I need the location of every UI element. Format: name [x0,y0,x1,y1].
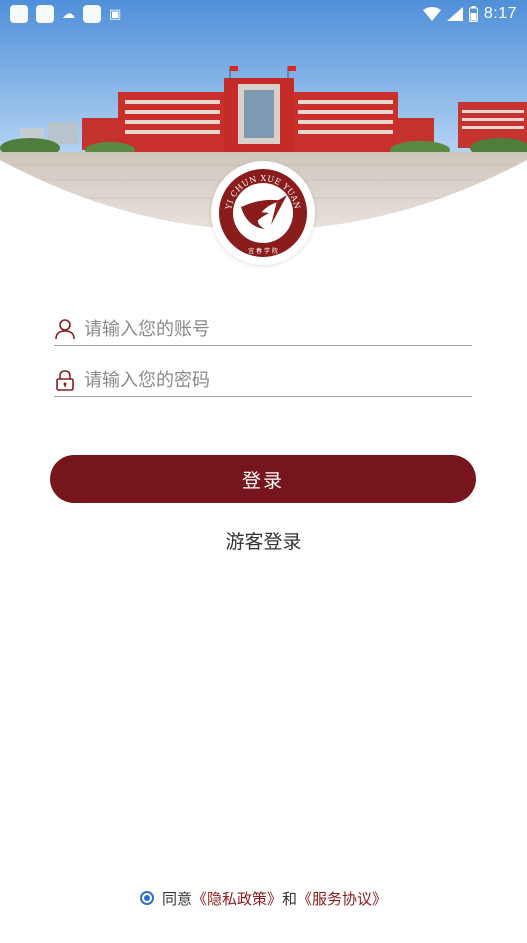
password-field[interactable] [54,364,472,397]
privacy-policy-link[interactable]: 《隐私政策》 [192,888,282,909]
guest-login-link[interactable]: 游客登录 [0,527,527,554]
school-logo-icon: YI CHUN XUE YUAN 宜 春 学 院 [219,169,307,257]
notification-square-icon [10,5,28,23]
signal-icon [446,7,463,21]
status-right-icons: 8:17 [422,5,517,23]
battery-icon [468,6,478,22]
account-input[interactable] [84,318,472,340]
account-field[interactable] [54,313,472,346]
emblem-bottom-text: 宜 春 学 院 [248,247,278,255]
clock: 8:17 [483,5,517,22]
lock-icon [54,369,76,391]
login-button[interactable]: 登录 [50,455,476,503]
agreement-radio[interactable] [139,891,154,905]
radio-checked-dot [143,895,150,901]
status-left-icons: ☁ ▣ [10,5,121,23]
service-agreement-link[interactable]: 《服务协议》 [297,888,387,909]
notification-square-icon [36,5,54,23]
agreement-row: 同意 《隐私政策》 和 《服务协议》 [0,886,527,910]
agreement-prefix: 同意 [161,889,192,908]
notification-square-icon [83,5,101,23]
user-icon [54,318,76,340]
password-input[interactable] [84,369,472,391]
agreement-conjunction: 和 [282,889,298,908]
status-bar: ☁ ▣ 8:17 [0,0,527,28]
school-emblem: YI CHUN XUE YUAN 宜 春 学 院 [211,161,315,265]
wifi-icon [422,7,441,21]
cloud-icon: ☁ [62,6,75,22]
font-icon: ▣ [109,6,122,22]
